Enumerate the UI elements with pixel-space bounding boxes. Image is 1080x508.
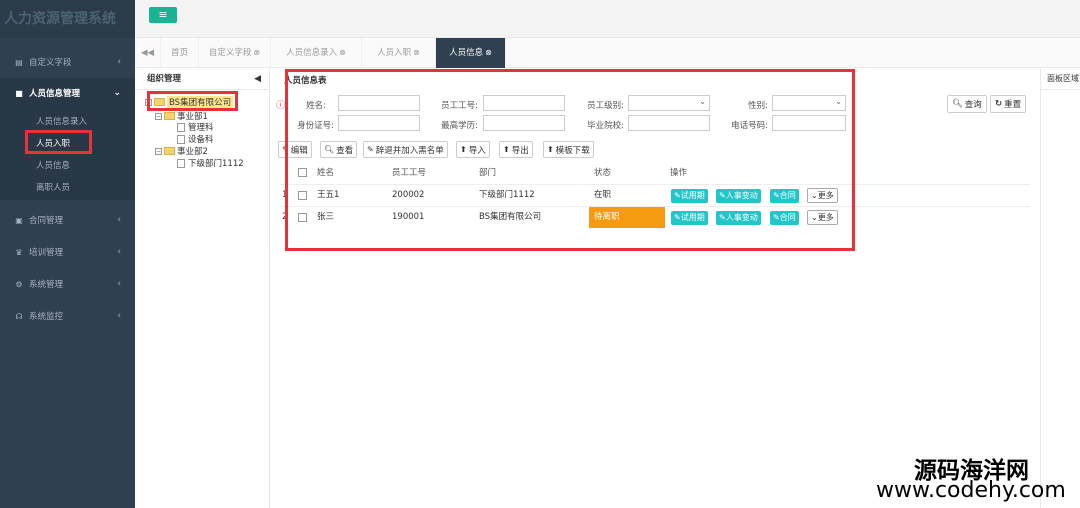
tree-node-subdept[interactable]: 下级部门1112: [177, 157, 244, 169]
menu-toggle-button[interactable]: ≡: [149, 7, 177, 23]
tab-scroll-left-button[interactable]: ◀◀: [135, 38, 161, 68]
folder-icon: [164, 147, 175, 155]
tab-label: 人员信息: [449, 48, 484, 58]
chevron-left-icon: ‹: [117, 57, 121, 67]
chevron-left-icon: ‹: [117, 311, 121, 321]
tree-label: 下级部门1112: [188, 159, 244, 169]
subnav-entry[interactable]: 人员信息录入: [36, 115, 87, 127]
collapse-icon[interactable]: −: [155, 112, 162, 120]
file-icon: [177, 158, 185, 168]
main-content: ⓘ 人员信息表 姓名: 员工工号: 员工级别: ⌄ 性别: ⌄ 身份证号: 最高…: [270, 68, 1040, 508]
tree-node-equipment[interactable]: 设备科: [177, 133, 214, 145]
tab-onboarding[interactable]: 人员入职 ⊗: [362, 38, 436, 68]
gears-icon: ⚙: [15, 279, 23, 289]
tree-node-dept2[interactable]: − 事业部2: [155, 145, 208, 157]
right-panel: 面板区域: [1040, 68, 1080, 508]
subnav-resigned[interactable]: 离职人员: [36, 181, 70, 193]
tree-node-management[interactable]: 管理科: [177, 121, 214, 133]
nav-contracts[interactable]: ▣ 合同管理 ‹: [0, 205, 135, 235]
nav-label: 系统管理: [29, 280, 64, 290]
sub-navigation: 人员信息录入 人员入职 人员信息 离职人员: [0, 108, 135, 200]
nav-monitor[interactable]: ☊ 系统监控 ‹: [0, 301, 135, 331]
collapse-left-icon[interactable]: ◀: [254, 68, 261, 90]
nav-system[interactable]: ⚙ 系统管理 ‹: [0, 269, 135, 299]
subnav-info[interactable]: 人员信息: [36, 159, 70, 171]
tab-label: 自定义字段: [208, 48, 252, 58]
contract-icon: ▣: [15, 215, 23, 225]
highlight-box: [25, 130, 92, 154]
search-icon: 🔍︎: [952, 99, 963, 109]
nav-label: 系统监控: [29, 312, 64, 322]
tab-label: 人员信息录入: [286, 48, 338, 58]
reset-button[interactable]: ↻ 重置: [990, 95, 1027, 113]
trophy-icon: ♛: [15, 247, 23, 257]
tab-custom-fields[interactable]: 自定义字段 ⊗: [199, 38, 271, 68]
top-bar: ≡: [135, 0, 1080, 38]
org-panel-title: 组织管理: [147, 74, 182, 84]
tab-hr-info[interactable]: 人员信息 ⊗: [436, 38, 506, 68]
sidebar: 人力资源管理系统 ▤ 自定义字段 ‹ ■ 人员信息管理 ⌄ 人员信息录入 人员入…: [0, 0, 135, 508]
close-icon[interactable]: ⊗: [339, 48, 346, 57]
tree-label: 设备科: [188, 135, 214, 145]
button-label: 重置: [1004, 100, 1022, 110]
nav-label: 培训管理: [29, 248, 64, 258]
double-chevron-left-icon: ◀◀: [140, 48, 155, 58]
tree-label: 管理科: [188, 123, 214, 133]
nav-label: 合同管理: [29, 216, 64, 226]
file-icon: [177, 122, 185, 132]
users-icon: ■: [15, 88, 23, 98]
org-panel-header: 组织管理 ◀: [135, 68, 269, 90]
close-icon[interactable]: ⊗: [485, 48, 492, 57]
chevron-down-icon: ⌄: [113, 88, 121, 98]
highlight-box: [147, 91, 238, 111]
tree-label: 事业部2: [177, 147, 208, 157]
org-panel: 组织管理 ◀ − BS集团有限公司 − 事业部1 管理科 设备科 − 事业部2 …: [135, 68, 270, 508]
highlight-box: [285, 69, 855, 251]
refresh-icon: ↻: [995, 99, 1003, 109]
chevron-left-icon: ‹: [117, 279, 121, 289]
tab-label: 人员入职: [377, 48, 412, 58]
folder-icon: [164, 112, 175, 120]
button-label: 查询: [964, 100, 982, 110]
nav-label: 自定义字段: [29, 58, 72, 68]
nav-hr-info[interactable]: ■ 人员信息管理 ⌄: [0, 78, 135, 108]
query-button[interactable]: 🔍︎ 查询: [947, 95, 987, 113]
right-panel-title: 面板区域: [1041, 68, 1080, 90]
nav-label: 人员信息管理: [29, 89, 81, 99]
nav-training[interactable]: ♛ 培训管理 ‹: [0, 237, 135, 267]
info-icon: ⓘ: [276, 101, 286, 111]
collapse-icon[interactable]: −: [155, 147, 162, 155]
tab-hr-entry[interactable]: 人员信息录入 ⊗: [271, 38, 362, 68]
close-icon[interactable]: ⊗: [413, 48, 420, 57]
nav-custom-fields[interactable]: ▤ 自定义字段 ‹: [0, 47, 135, 77]
watermark-url: www.codehy.com: [876, 478, 1066, 503]
field-icon: ▤: [15, 57, 23, 67]
headset-icon: ☊: [15, 311, 23, 321]
chevron-left-icon: ‹: [117, 247, 121, 257]
file-icon: [177, 134, 185, 144]
tab-home[interactable]: 首页: [161, 38, 199, 68]
close-icon[interactable]: ⊗: [253, 48, 260, 57]
tab-bar: ◀◀ 首页 自定义字段 ⊗ 人员信息录入 ⊗ 人员入职 ⊗ 人员信息 ⊗: [135, 38, 1080, 68]
app-title: 人力资源管理系统: [0, 0, 135, 38]
chevron-left-icon: ‹: [117, 215, 121, 225]
